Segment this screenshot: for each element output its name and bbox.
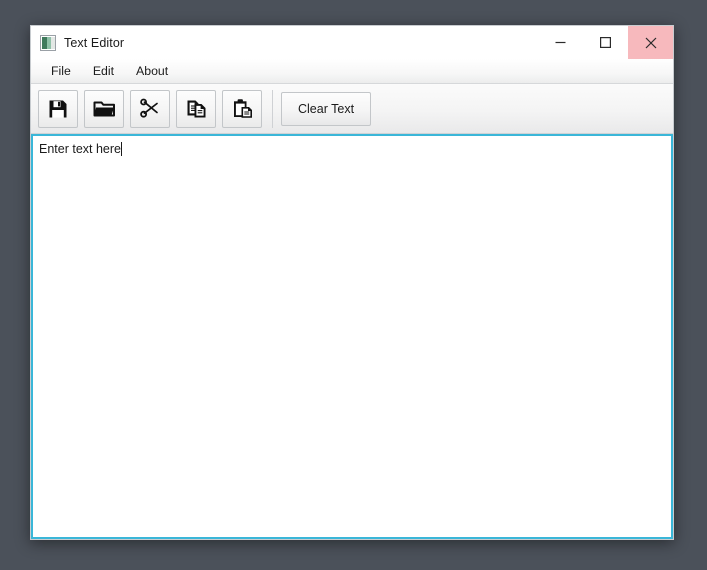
cut-button[interactable] (130, 89, 170, 128)
paste-button[interactable] (222, 89, 262, 128)
clipboard-paste-icon (231, 98, 254, 120)
close-button[interactable] (628, 26, 673, 59)
copy-documents-icon (185, 98, 208, 120)
minimize-icon (554, 36, 567, 49)
save-floppy-icon (47, 98, 69, 120)
menu-item-edit[interactable]: Edit (82, 62, 125, 80)
maximize-icon (599, 36, 612, 49)
text-caret (121, 142, 122, 156)
window-controls (538, 26, 673, 59)
text-editor-window: Text Editor File Edit About Clear Text E… (30, 25, 674, 540)
toolbar-separator (272, 89, 273, 128)
minimize-button[interactable] (538, 26, 583, 59)
menu-item-about[interactable]: About (125, 62, 179, 80)
open-button[interactable] (84, 89, 124, 128)
copy-button[interactable] (176, 89, 216, 128)
save-button[interactable] (38, 89, 78, 128)
text-input[interactable]: Enter text here (33, 136, 671, 537)
folder-open-icon (93, 98, 116, 120)
clear-text-button[interactable]: Clear Text (281, 91, 372, 126)
maximize-button[interactable] (583, 26, 628, 59)
text-editor-area[interactable]: Enter text here (31, 134, 673, 539)
window-title: Text Editor (64, 35, 125, 50)
menu-item-file[interactable]: File (40, 62, 82, 80)
title-bar: Text Editor (31, 26, 673, 59)
scissors-icon (139, 98, 162, 120)
close-icon (644, 36, 658, 50)
menu-bar: File Edit About (31, 59, 673, 84)
text-content: Enter text here (39, 142, 121, 156)
toolbar: Clear Text (31, 84, 673, 134)
app-document-icon (40, 34, 56, 51)
